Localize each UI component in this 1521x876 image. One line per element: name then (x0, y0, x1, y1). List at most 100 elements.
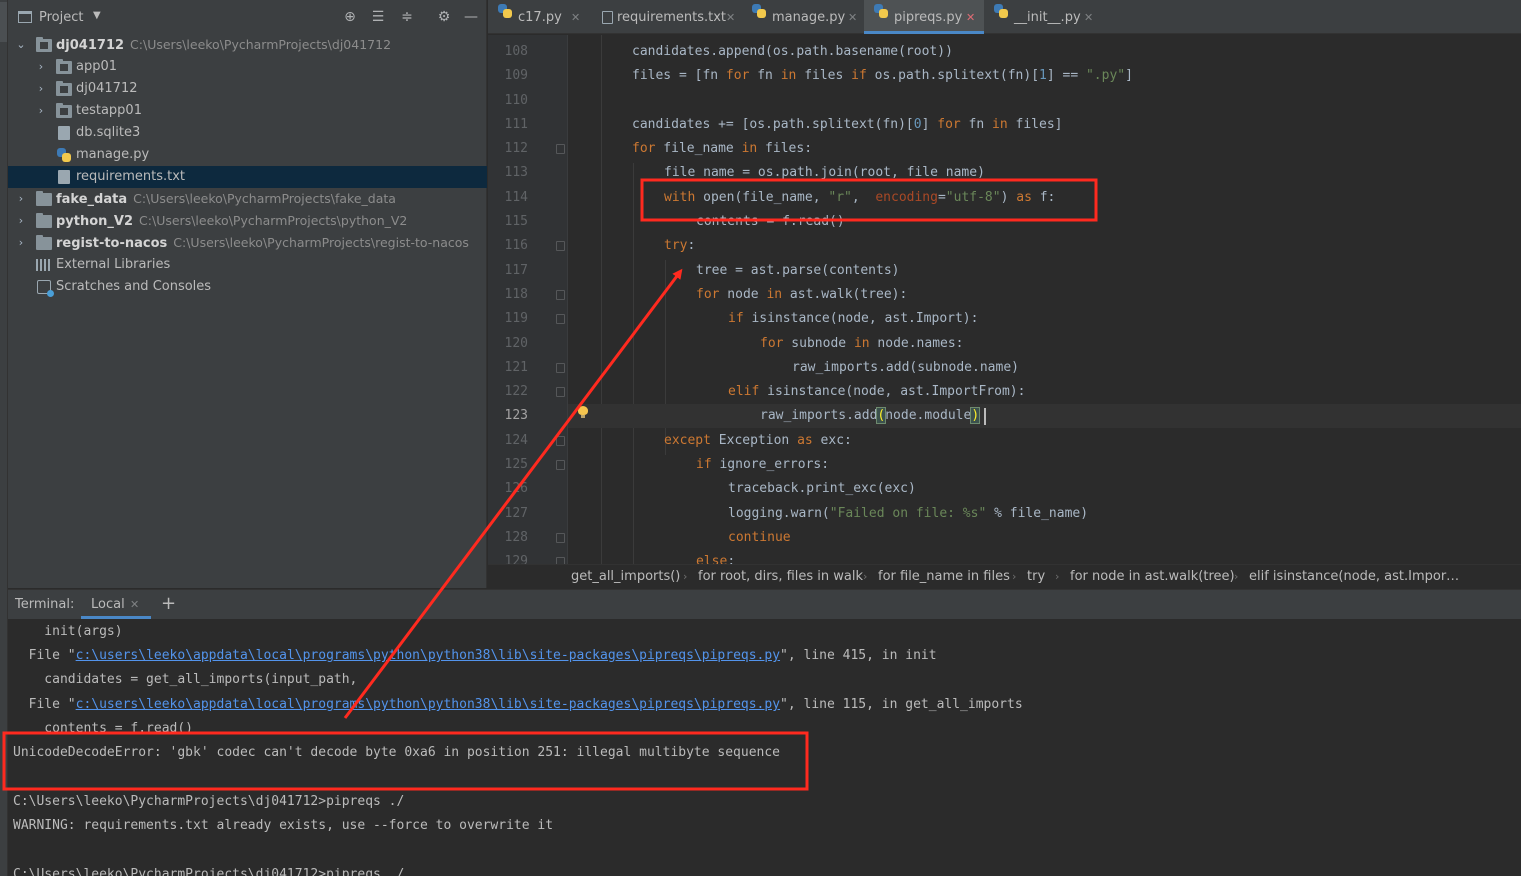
add-terminal-icon[interactable]: + (161, 593, 176, 614)
tree-item-label: External Libraries (56, 257, 171, 272)
close-icon[interactable]: ✕ (1084, 0, 1093, 36)
brace-match: ) (970, 407, 981, 424)
expand-all-icon[interactable]: ☰ (369, 8, 387, 26)
line-number: 112 (504, 141, 528, 156)
code-line-124: except Exception as exc: (664, 433, 852, 448)
tab-c17-py[interactable]: c17.py ✕ (488, 0, 590, 34)
fold-marker-icon[interactable] (556, 363, 565, 373)
project-view-icon (18, 11, 32, 23)
tree-item-external-libraries[interactable]: External Libraries (8, 254, 487, 276)
chevron-right-icon[interactable]: › (15, 232, 27, 254)
tree-item-fake-data[interactable]: › fake_data C:\Users\leeko\PycharmProject… (8, 188, 487, 210)
tree-item-testapp01[interactable]: › testapp01 (8, 100, 487, 122)
tree-item-dj041712-pkg[interactable]: › dj041712 (8, 78, 487, 100)
hide-panel-icon[interactable]: — (462, 8, 480, 26)
code-line-115: contents = f.read() (696, 214, 845, 229)
terminal-line: WARNING: requirements.txt already exists… (13, 818, 554, 833)
breadcrumb-separator-icon: › (863, 570, 868, 583)
tab-pipreqs-py[interactable]: pipreqs.py ✕ (864, 0, 984, 34)
chevron-down-icon[interactable]: ⌄ (15, 34, 27, 56)
close-icon[interactable]: ✕ (848, 0, 857, 36)
tree-item-dj041712-root[interactable]: ⌄ dj041712 C:\Users\leeko\PycharmProjects… (8, 34, 487, 56)
breadcrumb-item[interactable]: get_all_imports() (571, 565, 680, 589)
folder-icon (36, 235, 52, 250)
tree-item-regist-to-nacos[interactable]: › regist-to-nacos C:\Users\leeko\PycharmP… (8, 232, 487, 254)
fold-marker-icon[interactable] (556, 144, 565, 154)
chevron-right-icon[interactable]: › (35, 100, 47, 122)
line-number: 116 (504, 238, 528, 253)
tree-item-app01[interactable]: › app01 (8, 56, 487, 78)
tab-init-py[interactable]: __init__.py ✕ (984, 0, 1102, 34)
scratches-icon (37, 280, 54, 297)
file-link[interactable]: c:\users\leeko\appdata\local\programs\py… (76, 697, 780, 712)
code-line-119: if isinstance(node, ast.Import): (728, 311, 979, 326)
locate-target-icon[interactable]: ⊕ (341, 8, 359, 26)
breadcrumb-item[interactable]: try (1027, 565, 1045, 589)
terminal-error-line: UnicodeDecodeError: 'gbk' codec can't de… (13, 745, 781, 760)
tab-requirements-txt[interactable]: requirements.txt ✕ (590, 0, 742, 34)
code-line-113: file_name = os.path.join(root, file_name… (664, 165, 985, 180)
close-icon[interactable]: ✕ (130, 598, 139, 611)
line-number: 114 (504, 190, 528, 205)
tab-manage-py[interactable]: manage.py ✕ (742, 0, 864, 34)
file-link[interactable]: c:\users\leeko\appdata\local\programs\py… (76, 648, 780, 663)
line-number: 125 (504, 457, 528, 472)
package-folder-icon (56, 103, 72, 118)
chevron-right-icon[interactable]: › (35, 78, 47, 100)
editor-gutter[interactable]: 108 109 110 111 112 113 114 115 116 117 … (488, 35, 568, 564)
line-number: 121 (504, 360, 528, 375)
chevron-down-icon[interactable]: ▼ (93, 10, 101, 21)
tab-label: c17.py (518, 10, 562, 25)
code-line-116: try: (664, 238, 696, 253)
collapse-all-icon[interactable]: ≑ (398, 8, 416, 26)
fold-marker-icon[interactable] (556, 436, 565, 446)
terminal-line: File "c:\users\leeko\appdata\local\progr… (13, 697, 1023, 712)
tree-item-manage-py[interactable]: manage.py (8, 144, 487, 166)
fold-marker-icon[interactable] (556, 290, 565, 300)
breadcrumb-item[interactable]: for file_name in files (878, 565, 1010, 589)
fold-marker-icon[interactable] (556, 557, 565, 564)
fold-marker-icon[interactable] (556, 241, 565, 251)
terminal-output[interactable]: init(args) File "c:\users\leeko\appdata\… (8, 619, 1521, 876)
close-icon[interactable]: ✕ (726, 0, 735, 36)
chevron-right-icon[interactable]: › (35, 56, 47, 78)
terminal-line: init(args) (13, 624, 123, 639)
close-icon[interactable]: ✕ (966, 0, 975, 36)
chevron-right-icon[interactable]: › (15, 210, 27, 232)
tree-item-db-sqlite3[interactable]: db.sqlite3 (8, 122, 487, 144)
gear-icon[interactable]: ⚙ (435, 8, 453, 26)
fold-marker-icon[interactable] (556, 314, 565, 324)
tree-item-requirements-txt[interactable]: requirements.txt (8, 166, 487, 188)
tab-label: pipreqs.py (894, 10, 963, 25)
code-editor[interactable]: 108 109 110 111 112 113 114 115 116 117 … (488, 35, 1521, 564)
tree-item-scratches[interactable]: Scratches and Consoles (8, 276, 487, 298)
breadcrumb-item[interactable]: elif isinstance(node, ast.Impor… (1249, 565, 1459, 589)
project-tool-window-button[interactable] (0, 2, 7, 42)
code-line-109: files = [fn for fn in files if os.path.s… (632, 68, 1133, 83)
project-panel: Project ▼ ⊕ ☰ ≑ ⚙ — ⌄ dj041712 C:\Users\l… (8, 0, 487, 588)
tree-item-label: fake_data (56, 192, 128, 207)
project-view-selector[interactable]: Project (39, 10, 83, 25)
breadcrumb-separator-icon: › (1012, 570, 1017, 583)
tree-item-path: C:\Users\leeko\PycharmProjects\dj041712 (130, 37, 392, 52)
close-icon[interactable]: ✕ (571, 0, 580, 36)
project-panel-header: Project ▼ ⊕ ☰ ≑ ⚙ — (8, 0, 487, 34)
line-number: 113 (504, 165, 528, 180)
terminal-tab-local[interactable]: Local (91, 597, 125, 612)
intention-bulb-icon[interactable] (578, 406, 588, 418)
line-number: 115 (504, 214, 528, 229)
fold-marker-icon[interactable] (556, 387, 565, 397)
fold-marker-icon[interactable] (556, 533, 565, 543)
breadcrumb-item[interactable]: for node in ast.walk(tree) (1070, 565, 1235, 589)
fold-marker-icon[interactable] (556, 460, 565, 470)
tree-item-label: python_V2 (56, 214, 134, 229)
breadcrumb-item[interactable]: for root, dirs, files in walk (698, 565, 863, 589)
chevron-right-icon[interactable]: › (15, 188, 27, 210)
text-caret (984, 408, 986, 425)
tree-item-python-v2[interactable]: › python_V2 C:\Users\leeko\PycharmProject… (8, 210, 487, 232)
python-file-icon (57, 148, 71, 162)
line-number: 118 (504, 287, 528, 302)
line-number: 126 (504, 481, 528, 496)
tree-item-label: dj041712 (76, 81, 138, 96)
package-folder-icon (56, 59, 72, 74)
